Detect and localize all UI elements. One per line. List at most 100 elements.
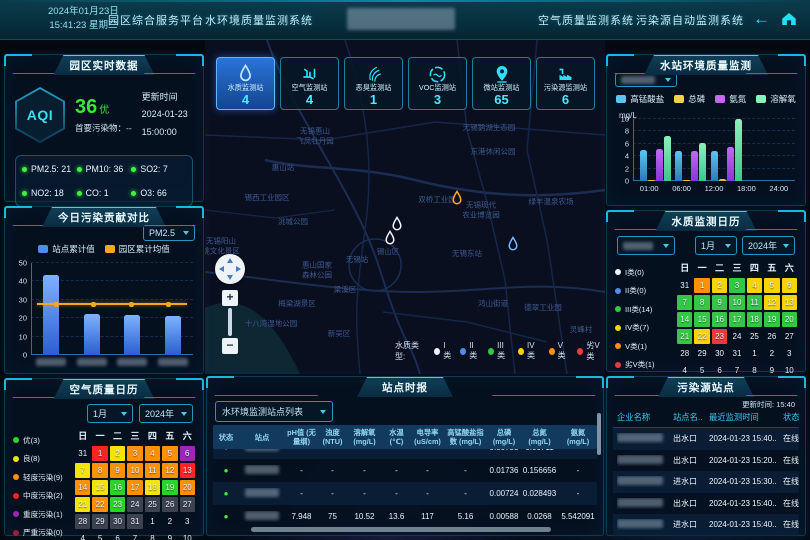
measure-bar[interactable] [727, 147, 734, 181]
calendar-day[interactable]: 22 [694, 329, 709, 344]
calendar-day[interactable]: 12 [764, 295, 779, 310]
station-bar[interactable] [165, 316, 181, 355]
calendar-day[interactable]: 23 [712, 329, 727, 344]
calendar-day[interactable]: 17 [127, 480, 142, 495]
calendar-day[interactable]: 3 [127, 446, 142, 461]
measure-bar[interactable] [735, 119, 742, 181]
source-row[interactable]: 出水口2024-01-23 15:40..在线 [613, 493, 799, 515]
station-type-button-factory[interactable]: 污染源监测站6 [536, 57, 595, 110]
measure-bar[interactable] [699, 143, 706, 181]
calendar-day[interactable]: 7 [75, 463, 90, 478]
vertical-scrollbar[interactable] [597, 413, 601, 455]
calendar-day[interactable]: 3 [180, 514, 195, 529]
calendar-day[interactable]: 26 [764, 329, 779, 344]
map-zoom-slider[interactable] [228, 308, 232, 336]
station-bar[interactable] [124, 315, 140, 355]
calendar-day[interactable]: 26 [162, 497, 177, 512]
calendar-day[interactable]: 20 [782, 312, 797, 327]
calendar-day[interactable]: 8 [92, 463, 107, 478]
station-type-button-pin[interactable]: 微站监测站65 [472, 57, 531, 110]
calendar-day[interactable]: 28 [75, 514, 90, 529]
calendar-day[interactable]: 11 [145, 463, 160, 478]
calendar-day[interactable]: 31 [127, 514, 142, 529]
measure-bar[interactable] [691, 151, 698, 181]
station-type-button-air[interactable]: 空气监测站4 [280, 57, 339, 110]
calendar-day[interactable]: 4 [145, 446, 160, 461]
calendar-day[interactable]: 8 [145, 531, 160, 540]
calendar-day[interactable]: 2 [110, 446, 125, 461]
station-list-select[interactable]: 水环境监测站点列表 [215, 401, 333, 422]
calendar-day[interactable]: 21 [75, 497, 90, 512]
measure-bar[interactable] [656, 149, 663, 181]
calendar-day[interactable]: 10 [729, 295, 744, 310]
calendar-day[interactable]: 30 [110, 514, 125, 529]
nav-water-system[interactable]: 水环境质量监测系统 [205, 12, 313, 28]
calendar-day[interactable]: 18 [747, 312, 762, 327]
calendar-day[interactable]: 25 [145, 497, 160, 512]
calendar-day[interactable]: 30 [712, 346, 727, 361]
horizontal-scrollbar[interactable] [251, 527, 551, 532]
calendar-day[interactable]: 29 [92, 514, 107, 529]
calendar-day[interactable]: 5 [92, 531, 107, 540]
calendar-day[interactable]: 18 [145, 480, 160, 495]
calendar-day[interactable]: 28 [677, 346, 692, 361]
measure-bar[interactable] [711, 151, 718, 181]
report-row[interactable]: ●------0.017360.156656-- [213, 459, 597, 482]
water-station-marker-icon[interactable] [383, 230, 397, 252]
calendar-day[interactable]: 9 [712, 295, 727, 310]
month-select[interactable]: 1月 [87, 404, 133, 423]
calendar-day[interactable]: 20 [180, 480, 195, 495]
calendar-day[interactable]: 22 [92, 497, 107, 512]
calendar-day[interactable]: 31 [677, 278, 692, 293]
station-bar[interactable] [43, 275, 59, 355]
report-row[interactable]: ●7.9487510.5213.61175.160.005880.02685.5… [213, 505, 597, 525]
measure-bar[interactable] [640, 150, 647, 181]
calendar-day[interactable]: 7 [127, 531, 142, 540]
calendar-day[interactable]: 5 [764, 278, 779, 293]
calendar-day[interactable]: 12 [162, 463, 177, 478]
calendar-day[interactable]: 1 [747, 346, 762, 361]
map-pan-control[interactable] [215, 254, 245, 284]
calendar-day[interactable]: 21 [677, 329, 692, 344]
calendar-day[interactable]: 3 [729, 278, 744, 293]
calendar-day[interactable]: 7 [677, 295, 692, 310]
report-row[interactable]: ●------0.007240.028493-- [213, 482, 597, 505]
calendar-day[interactable]: 10 [127, 463, 142, 478]
calendar-day[interactable]: 14 [677, 312, 692, 327]
calendar-day[interactable]: 11 [747, 295, 762, 310]
station-bar[interactable] [84, 314, 100, 355]
calendar-day[interactable]: 15 [694, 312, 709, 327]
calendar-day[interactable]: 16 [110, 480, 125, 495]
calendar-day[interactable]: 17 [729, 312, 744, 327]
measure-bar[interactable] [683, 180, 690, 181]
measure-bar[interactable] [648, 180, 655, 181]
calendar-day[interactable]: 2 [764, 346, 779, 361]
calendar-day[interactable]: 1 [92, 446, 107, 461]
station-type-button-water-drop[interactable]: 水质监测站4 [216, 57, 275, 110]
measure-bar[interactable] [675, 151, 682, 181]
calendar-day[interactable]: 31 [729, 346, 744, 361]
calendar-day[interactable]: 14 [75, 480, 90, 495]
calendar-day[interactable]: 2 [162, 514, 177, 529]
calendar-day[interactable]: 4 [75, 531, 90, 540]
calendar-day[interactable]: 6 [180, 446, 195, 461]
calendar-day[interactable]: 25 [747, 329, 762, 344]
calendar-day[interactable]: 9 [110, 463, 125, 478]
pollutant-select[interactable]: PM2.5 [143, 225, 195, 241]
calendar-day[interactable]: 16 [712, 312, 727, 327]
calendar-day[interactable]: 5 [162, 446, 177, 461]
station-select[interactable] [617, 236, 675, 255]
calendar-day[interactable]: 13 [782, 295, 797, 310]
calendar-day[interactable]: 27 [782, 329, 797, 344]
calendar-day[interactable]: 23 [110, 497, 125, 512]
calendar-day[interactable]: 19 [764, 312, 779, 327]
source-row[interactable]: 出水口2024-01-23 15:40..在线 [613, 428, 799, 450]
source-row[interactable]: 出水口2024-01-23 15:20..在线 [613, 450, 799, 472]
station-select[interactable] [615, 73, 677, 87]
month-select[interactable]: 1月 [695, 236, 737, 255]
station-type-button-voc[interactable]: VOC监测站3 [408, 57, 467, 110]
back-arrow-icon[interactable]: ← [753, 8, 770, 30]
calendar-day[interactable]: 4 [747, 278, 762, 293]
nav-pollution-system[interactable]: 污染源自动监测系统 [636, 12, 744, 28]
calendar-day[interactable]: 15 [92, 480, 107, 495]
